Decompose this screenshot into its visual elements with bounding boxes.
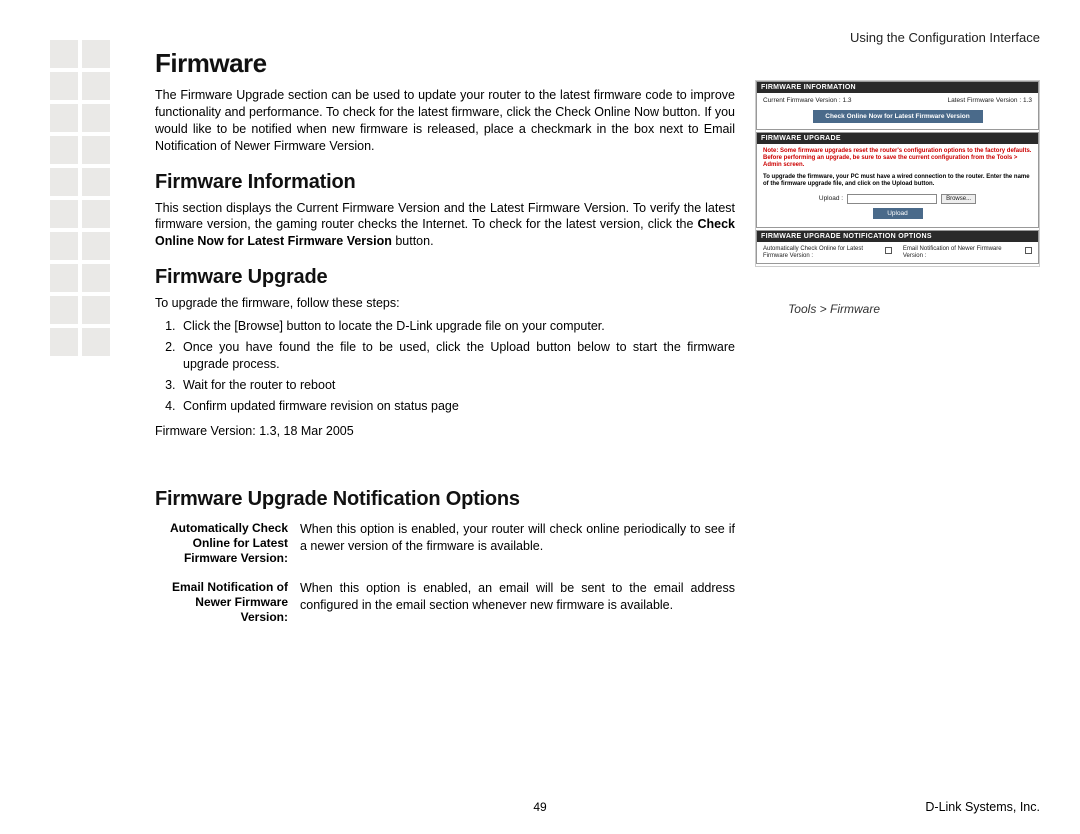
option-label: Email Notification of Newer Firmware Ver… (155, 576, 300, 635)
panel-firmware-upgrade: FIRMWARE UPGRADE Note: Some firmware upg… (756, 132, 1039, 228)
page-title: Firmware (155, 48, 735, 79)
main-content: Firmware The Firmware Upgrade section ca… (155, 48, 735, 635)
upgrade-instruction-note: To upgrade the firmware, your PC must ha… (763, 174, 1032, 188)
upload-file-input[interactable] (847, 194, 937, 204)
email-notif-checkbox[interactable] (1025, 247, 1032, 254)
heading-firmware-information: Firmware Information (155, 171, 735, 194)
page-number: 49 (533, 800, 546, 814)
panel-firmware-information: FIRMWARE INFORMATION Current Firmware Ve… (756, 81, 1039, 130)
manual-page: Using the Configuration Interface Firmwa… (0, 0, 1080, 834)
intro-paragraph: The Firmware Upgrade section can be used… (155, 87, 735, 155)
panel-header: FIRMWARE INFORMATION (757, 82, 1038, 93)
header-section-label: Using the Configuration Interface (850, 30, 1040, 45)
email-notif-label: Email Notification of Newer Firmware Ver… (903, 246, 1022, 259)
check-online-button[interactable]: Check Online Now for Latest Firmware Ver… (813, 110, 983, 123)
panel-header: FIRMWARE UPGRADE (757, 133, 1038, 144)
list-item: Wait for the router to reboot (179, 377, 735, 394)
list-item: Confirm updated firmware revision on sta… (179, 398, 735, 415)
panel-header: FIRMWARE UPGRADE NOTIFICATION OPTIONS (757, 231, 1038, 242)
option-description: When this option is enabled, your router… (300, 517, 735, 576)
auto-check-checkbox[interactable] (885, 247, 892, 254)
firmware-version-text: Firmware Version: 1.3, 18 Mar 2005 (155, 424, 735, 438)
footer-company: D-Link Systems, Inc. (925, 800, 1040, 814)
panel-notification-options: FIRMWARE UPGRADE NOTIFICATION OPTIONS Au… (756, 230, 1039, 264)
upgrade-lead: To upgrade the firmware, follow these st… (155, 295, 735, 312)
latest-firmware-label: Latest Firmware Version : 1.3 (947, 97, 1032, 104)
heading-notification-options: Firmware Upgrade Notification Options (155, 488, 735, 511)
option-label: Automatically Check Online for Latest Fi… (155, 517, 300, 576)
auto-check-label: Automatically Check Online for Latest Fi… (763, 246, 882, 259)
upload-button[interactable]: Upload (873, 208, 923, 219)
screenshot-figure: FIRMWARE INFORMATION Current Firmware Ve… (755, 80, 1040, 267)
firmware-info-paragraph: This section displays the Current Firmwa… (155, 200, 735, 251)
upload-label: Upload : (819, 195, 843, 202)
option-description: When this option is enabled, an email wi… (300, 576, 735, 635)
figure-caption: Tools > Firmware (788, 302, 880, 316)
upgrade-steps-list: Click the [Browse] button to locate the … (179, 318, 735, 414)
list-item: Once you have found the file to be used,… (179, 339, 735, 373)
decorative-squares (50, 40, 110, 360)
upgrade-warning-note: Note: Some firmware upgrades reset the r… (763, 148, 1032, 170)
options-table: Automatically Check Online for Latest Fi… (155, 517, 735, 635)
current-firmware-label: Current Firmware Version : 1.3 (763, 97, 852, 104)
list-item: Click the [Browse] button to locate the … (179, 318, 735, 335)
heading-firmware-upgrade: Firmware Upgrade (155, 266, 735, 289)
browse-button[interactable]: Browse... (941, 194, 976, 204)
